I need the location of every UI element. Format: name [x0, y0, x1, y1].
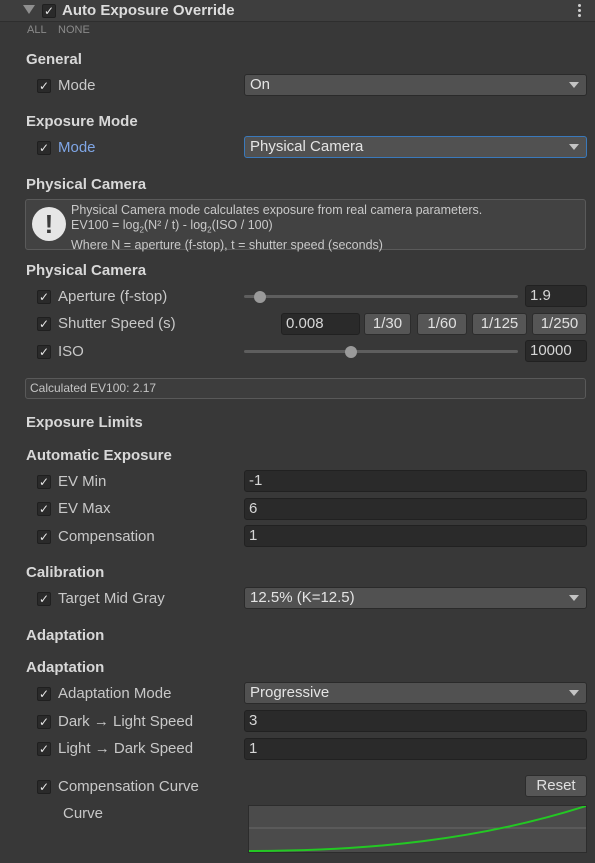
aperture-label: Aperture (f-stop)	[58, 288, 168, 305]
help-box: ! Physical Camera mode calculates exposu…	[25, 199, 586, 252]
ev-max-field[interactable]: 6	[244, 498, 587, 520]
exposure-mode-label: Mode	[58, 139, 96, 156]
curve-label: Curve	[63, 805, 104, 822]
iso-checkbox[interactable]	[37, 345, 51, 359]
ev-min-checkbox[interactable]	[37, 475, 51, 489]
chevron-down-icon	[569, 82, 579, 88]
iso-field[interactable]: 10000	[525, 340, 587, 362]
kebab-menu-icon[interactable]	[576, 4, 582, 18]
adaptation-mode-checkbox[interactable]	[37, 687, 51, 701]
light-to-dark-field[interactable]: 1	[244, 738, 587, 760]
aperture-slider-handle[interactable]	[254, 291, 267, 303]
exposure-mode-value: Physical Camera	[250, 138, 364, 155]
compensation-checkbox[interactable]	[37, 530, 51, 544]
toggle-all-link[interactable]: ALL	[27, 24, 47, 36]
section-calibration: Calibration	[26, 564, 105, 581]
component-title: Auto Exposure Override	[62, 2, 235, 19]
chevron-down-icon	[569, 595, 579, 601]
light-to-dark-checkbox[interactable]	[37, 742, 51, 756]
help-line-2: EV100 = log2(N² / t) - log2(ISO / 100)	[71, 217, 273, 235]
curve-field[interactable]	[248, 805, 587, 853]
chevron-down-icon	[569, 144, 579, 150]
iso-label: ISO	[58, 343, 84, 360]
dark-to-light-checkbox[interactable]	[37, 715, 51, 729]
curve-graph	[249, 806, 586, 852]
exposure-mode-checkbox[interactable]	[37, 141, 51, 155]
ev-max-label: EV Max	[58, 500, 111, 517]
shutter-preset-button[interactable]: 1/250	[532, 313, 587, 335]
target-mid-gray-checkbox[interactable]	[37, 592, 51, 606]
general-mode-dropdown[interactable]: On	[244, 74, 587, 96]
section-automatic-exposure: Automatic Exposure	[26, 447, 172, 464]
section-adaptation-header: Adaptation	[26, 627, 105, 644]
chevron-down-icon	[569, 690, 579, 696]
general-mode-label: Mode	[58, 77, 96, 94]
adaptation-mode-label: Adaptation Mode	[58, 685, 172, 702]
compensation-curve-checkbox[interactable]	[37, 780, 51, 794]
adaptation-mode-dropdown[interactable]: Progressive	[244, 682, 587, 704]
target-mid-gray-value: 12.5% (K=12.5)	[250, 589, 355, 606]
section-adaptation: Adaptation	[26, 659, 105, 676]
target-mid-gray-dropdown[interactable]: 12.5% (K=12.5)	[244, 587, 587, 609]
aperture-checkbox[interactable]	[37, 290, 51, 304]
compensation-curve-label: Compensation Curve	[58, 778, 199, 795]
section-exposure-mode: Exposure Mode	[26, 113, 138, 130]
section-physical-camera: Physical Camera	[26, 262, 147, 279]
aperture-slider[interactable]	[244, 295, 518, 298]
compensation-label: Compensation	[58, 528, 155, 545]
override-enabled-checkbox[interactable]	[42, 4, 56, 18]
calculated-ev100: Calculated EV100: 2.17	[25, 378, 586, 399]
toggle-none-link[interactable]: NONE	[58, 24, 90, 36]
ev-min-field[interactable]: -1	[244, 470, 587, 492]
shutter-preset-button[interactable]: 1/125	[472, 313, 527, 335]
iso-slider-handle[interactable]	[344, 346, 357, 358]
section-general: General	[26, 51, 82, 68]
component-header: Auto Exposure Override	[0, 0, 595, 22]
iso-slider[interactable]	[244, 350, 518, 353]
dark-to-light-field[interactable]: 3	[244, 710, 587, 732]
ev-max-checkbox[interactable]	[37, 502, 51, 516]
target-mid-gray-label: Target Mid Gray	[58, 590, 165, 607]
compensation-field[interactable]: 1	[244, 525, 587, 547]
section-exposure-limits: Exposure Limits	[26, 414, 143, 431]
shutter-checkbox[interactable]	[37, 317, 51, 331]
adaptation-mode-value: Progressive	[250, 684, 330, 701]
shutter-preset-button[interactable]: 1/30	[364, 313, 411, 335]
help-line-1: Physical Camera mode calculates exposure…	[71, 203, 483, 217]
aperture-field[interactable]: 1.9	[525, 285, 587, 307]
general-mode-value: On	[250, 76, 271, 93]
shutter-label: Shutter Speed (s)	[58, 315, 176, 332]
info-icon: !	[32, 207, 66, 241]
help-line-3: Where N = aperture (f-stop), t = shutter…	[71, 237, 383, 252]
ev-min-label: EV Min	[58, 473, 107, 490]
dark-to-light-label: Dark → Light Speed	[58, 713, 194, 730]
shutter-preset-button[interactable]: 1/60	[417, 313, 467, 335]
general-mode-checkbox[interactable]	[37, 79, 51, 93]
exposure-mode-dropdown[interactable]: Physical Camera	[244, 136, 587, 158]
light-to-dark-label: Light → Dark Speed	[58, 740, 194, 757]
help-text: Physical Camera mode calculates exposure…	[71, 203, 482, 252]
reset-button[interactable]: Reset	[525, 775, 587, 797]
shutter-field[interactable]: 0.008	[281, 313, 360, 335]
section-physical-camera-info: Physical Camera	[26, 176, 147, 193]
foldout-arrow-icon[interactable]	[23, 5, 35, 14]
